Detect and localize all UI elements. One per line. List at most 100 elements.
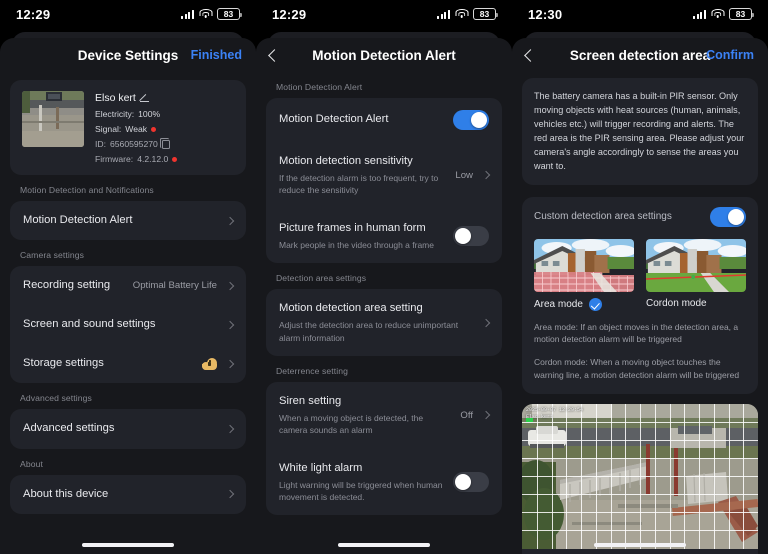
mode-option-cordon[interactable]: Cordon mode (646, 238, 746, 311)
row-title: Storage settings (23, 357, 104, 370)
copy-icon[interactable] (160, 138, 170, 149)
mode-name: Cordon mode (646, 297, 707, 309)
row-recording-setting[interactable]: Recording setting Optimal Battery Life (10, 266, 246, 305)
custom-area-label: Custom detection area settings (534, 211, 672, 223)
row-about-this-device[interactable]: About this device (10, 475, 246, 514)
status-time: 12:29 (16, 6, 51, 22)
row-title: Picture frames in human form (279, 221, 426, 234)
wifi-icon (199, 9, 212, 19)
card-motion: Motion Detection Alert (10, 201, 246, 241)
triptych-screenshot: 12:29 83 Device Settings Finished Elso k… (0, 0, 768, 554)
row-motion-detection-alert[interactable]: Motion Detection Alert (266, 98, 502, 142)
home-indicator[interactable] (338, 543, 430, 547)
id-value: 6560595270 (109, 139, 158, 149)
row-motion-detection-area-setting[interactable]: Motion detection area setting Adjust the… (266, 289, 502, 356)
device-summary-card[interactable]: Elso kert Electricity: 100% Signal: Weak… (10, 80, 246, 175)
row-title: Motion Detection Alert (23, 214, 133, 226)
mode-options: Area mode Cordon mode (534, 238, 746, 311)
section-label-mda: Motion Detection Alert (276, 82, 363, 92)
cloud-lock-icon (202, 357, 217, 370)
card-camera-settings: Recording setting Optimal Battery Life S… (10, 266, 246, 384)
mode-name: Area mode (534, 298, 583, 310)
status-time: 12:30 (528, 6, 563, 22)
row-advanced-settings[interactable]: Advanced settings (10, 409, 246, 448)
status-indicators: 83 (693, 8, 754, 20)
battery-level: 83 (223, 9, 234, 19)
battery-level: 83 (479, 9, 490, 19)
chevron-right-icon (225, 320, 235, 330)
firmware-label: Firmware: (95, 154, 134, 164)
row-value: Off (460, 409, 473, 421)
row-screen-sound-settings[interactable]: Screen and sound settings (10, 305, 246, 344)
chevron-right-icon (225, 216, 235, 225)
row-title: Motion detection sensitivity (279, 155, 413, 167)
settings-list-1: Motion Detection and Notifications Motio… (0, 175, 256, 514)
camera-snapshot-thumbnail[interactable] (22, 91, 84, 147)
section-label-motion: Motion Detection and Notifications (20, 185, 154, 195)
chevron-right-icon (481, 318, 491, 327)
mode-description-area: Area mode: If an object moves in the det… (534, 321, 739, 345)
check-icon[interactable] (588, 297, 602, 311)
row-title: Advanced settings (23, 422, 115, 435)
pir-info-card: The battery camera has a built-in PIR se… (522, 78, 758, 185)
card-advanced: Advanced settings (10, 409, 246, 449)
nav-bar-3: Screen detection area Confirm (512, 38, 768, 72)
chevron-right-icon (225, 424, 235, 434)
finished-button[interactable]: Finished (191, 48, 242, 62)
chevron-right-icon (225, 489, 235, 499)
home-indicator[interactable] (82, 543, 174, 547)
section-label-camera: Camera settings (20, 250, 85, 261)
custom-detection-area-card: Custom detection area settings Area mode… (522, 196, 758, 394)
panel-motion-detection-alert: 12:29 83 Motion Detection Alert Motion D… (256, 0, 512, 554)
row-subtitle: Light warning will be triggered when hum… (279, 479, 443, 503)
house-area-grid-thumbnail[interactable] (534, 238, 634, 292)
preview-timestamp: 2025-09-07 12:29:54 (526, 406, 584, 413)
row-white-light-alarm[interactable]: White light alarm Light warning will be … (266, 449, 502, 516)
detection-preview-card: 2025-09-07 12:29:54 Elso kert Select all… (522, 403, 758, 554)
row-picture-frames-human[interactable]: Picture frames in human form Mark people… (266, 209, 502, 263)
detection-grid-overlay[interactable] (522, 403, 758, 549)
row-value: Optimal Battery Life (132, 280, 217, 292)
row-title: White light alarm (279, 461, 363, 474)
back-arrow-icon[interactable] (268, 48, 281, 62)
custom-area-header: Custom detection area settings (534, 206, 746, 227)
row-subtitle: If the detection alarm is too frequent, … (279, 173, 439, 196)
wifi-icon (455, 9, 468, 19)
chevron-right-icon (481, 411, 491, 420)
wifi-icon (711, 9, 724, 19)
picture-frames-toggle[interactable] (453, 225, 489, 246)
status-indicators: 83 (181, 8, 242, 20)
confirm-button[interactable]: Confirm (706, 48, 754, 62)
row-title: Motion Detection Alert (279, 113, 389, 126)
row-siren-setting[interactable]: Siren setting When a moving object is de… (266, 382, 502, 449)
firmware-value: 4.2.12.0 (137, 154, 169, 164)
settings-sheet-2: Motion Detection Alert Motion Detection … (256, 38, 512, 554)
device-name: Elso kert (95, 92, 136, 104)
preview-camera-name: Elso kert (526, 413, 554, 420)
settings-sheet-3: Screen detection area Confirm The batter… (512, 38, 768, 554)
mode-option-area[interactable]: Area mode (534, 238, 634, 311)
motion-detection-alert-toggle[interactable] (453, 110, 489, 130)
device-name-row[interactable]: Elso kert (95, 92, 234, 104)
id-row: ID: 6560595270 (95, 138, 234, 149)
back-arrow-icon[interactable] (524, 48, 537, 62)
pencil-icon[interactable] (139, 94, 149, 102)
white-light-alarm-toggle[interactable] (453, 471, 489, 492)
row-storage-settings[interactable]: Storage settings (10, 344, 246, 383)
row-subtitle: Mark people in the video through a frame (279, 239, 434, 250)
chevron-right-icon (225, 281, 235, 290)
row-motion-detection-alert[interactable]: Motion Detection Alert (10, 201, 246, 240)
row-motion-sensitivity[interactable]: Motion detection sensitivity If the dete… (266, 142, 502, 209)
settings-list-2: Motion Detection Alert Motion Detection … (256, 72, 512, 516)
custom-detection-area-toggle[interactable] (710, 206, 746, 227)
home-indicator[interactable] (594, 543, 686, 547)
house-cordon-line-thumbnail[interactable] (646, 238, 746, 292)
camera-live-preview[interactable]: 2025-09-07 12:29:54 Elso kert (522, 403, 758, 549)
row-subtitle: Adjust the detection area to reduce unim… (279, 320, 459, 343)
recording-indicator-icon (526, 417, 533, 422)
signal-alert-dot-icon (151, 126, 157, 132)
section-label-advanced: Advanced settings (20, 393, 92, 404)
row-title: Motion detection area setting (279, 302, 423, 315)
battery-icon: 83 (473, 8, 498, 20)
card-about: About this device (10, 474, 246, 514)
